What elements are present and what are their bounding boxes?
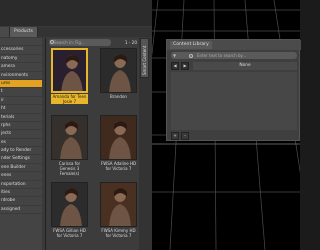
product-label: FWSA Kimmy HD for Victoria 7 — [101, 228, 136, 239]
search-icon — [189, 53, 193, 58]
category-item[interactable]: ccessories — [0, 46, 45, 55]
product-search-input[interactable]: Search in: Fig... — [49, 39, 111, 46]
figure-preview-image — [61, 55, 83, 91]
category-item[interactable]: ady to Render — [0, 147, 45, 156]
product-item[interactable]: FWSA Adaline HD for Victoria 7 — [100, 115, 137, 171]
category-item[interactable]: assigned — [0, 206, 45, 215]
category-item[interactable]: ht — [0, 105, 45, 114]
product-thumbnail[interactable] — [100, 48, 137, 93]
figure-preview-image — [109, 188, 131, 226]
forward-icon[interactable]: ▶ — [181, 62, 189, 70]
category-item[interactable]: nder Settings — [0, 155, 45, 164]
product-thumbnail[interactable] — [51, 115, 88, 160]
panel-tabs: Products — [0, 27, 152, 37]
product-item[interactable]: Amanda for Teen Josie 7 — [51, 48, 88, 105]
category-item[interactable]: nvironments — [0, 72, 45, 80]
search-icon — [50, 40, 54, 44]
category-item[interactable]: enes — [0, 172, 45, 181]
category-item[interactable]: es — [0, 139, 45, 148]
content-library-nav: ◀ ▶ None — [171, 62, 297, 70]
panel-header — [0, 0, 152, 26]
add-icon[interactable]: + — [171, 132, 179, 140]
content-library-location[interactable]: None — [193, 62, 297, 70]
category-item[interactable]: rdrobe — [0, 197, 45, 206]
category-item[interactable]: ir — [0, 97, 45, 106]
content-library-tab[interactable]: Content Library — [170, 41, 212, 49]
figure-preview-image — [109, 121, 131, 159]
content-library-titlebar[interactable]: Content Library — [167, 40, 301, 50]
category-tree: ccessories natomy amera nvironments ures t ir h… — [0, 38, 46, 250]
product-grid-area: Search in: Fig... 1 - 20 Amanda for Teen… — [47, 38, 139, 250]
product-label: Brandon — [110, 94, 127, 99]
figure-preview-image — [60, 121, 82, 159]
category-scrollbar[interactable] — [42, 38, 45, 250]
product-thumbnail[interactable] — [51, 182, 88, 227]
category-item[interactable]: jects — [0, 130, 45, 139]
content-library-footer: + – — [171, 132, 297, 140]
figure-preview-image — [60, 188, 82, 226]
content-library-list[interactable] — [171, 72, 297, 130]
category-item[interactable]: ities — [0, 189, 45, 198]
category-item[interactable]: amera — [0, 63, 45, 72]
content-browser-panel: Products ccessories natomy amera nvironment… — [0, 0, 152, 250]
category-item[interactable]: natomy — [0, 55, 45, 64]
product-thumbnail[interactable] — [100, 182, 137, 227]
tab-products[interactable]: Products — [10, 27, 38, 37]
content-library-panel: Content Library ▼ Enter text to search b… — [166, 39, 301, 141]
category-item[interactable]: terials — [0, 114, 45, 122]
page-range[interactable]: 1 - 20 — [113, 39, 139, 46]
product-label: FWSA Adaline HD for Victoria 7 — [100, 161, 137, 172]
product-thumbnail[interactable] — [51, 48, 88, 93]
product-item[interactable]: FWSA Gillian HD for Victoria 7 — [51, 182, 88, 238]
product-thumbnail[interactable] — [100, 115, 137, 160]
product-search-placeholder: Search in: Fig... — [54, 40, 85, 45]
category-item[interactable] — [0, 38, 45, 47]
smart-content-side-tab[interactable]: Smart Content — [140, 38, 149, 78]
product-item[interactable]: Brandon — [100, 48, 137, 99]
product-label: Carissa for Genesis 3 Female(s) — [58, 161, 81, 177]
tab-blank[interactable] — [0, 27, 10, 37]
product-label: Amanda for Teen Josie 7 — [51, 94, 88, 105]
side-tab-label: Smart Content — [142, 45, 147, 75]
category-item[interactable]: rphs — [0, 122, 45, 131]
back-icon[interactable]: ◀ — [171, 62, 179, 70]
category-item[interactable]: nsportation — [0, 181, 45, 190]
product-item[interactable]: Carissa for Genesis 3 Female(s) — [51, 115, 88, 177]
product-label: FWSA Gillian HD for Victoria 7 — [53, 228, 86, 239]
content-library-search-placeholder: Enter text to search by... — [197, 53, 247, 58]
remove-icon[interactable]: – — [181, 132, 189, 140]
dropdown-arrow-icon[interactable]: ▼ — [173, 52, 176, 59]
category-item[interactable]: ures — [0, 79, 45, 89]
product-item[interactable]: FWSA Kimmy HD for Victoria 7 — [100, 182, 137, 238]
category-item[interactable]: t — [0, 88, 45, 97]
category-item[interactable]: ene Builder — [0, 164, 45, 173]
figure-preview-image — [109, 54, 131, 92]
content-library-search[interactable]: ▼ Enter text to search by... — [171, 52, 297, 59]
